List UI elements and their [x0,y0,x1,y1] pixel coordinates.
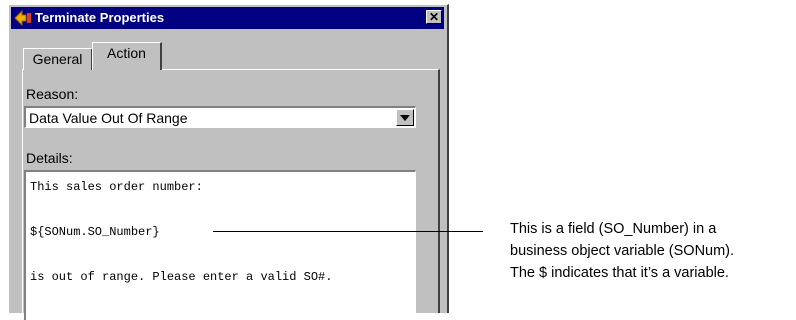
window-title: Terminate Properties [35,10,165,25]
reason-label: Reason: [26,86,79,102]
callout-leader-line [213,231,483,232]
details-line: ${SONum.SO_Number} [30,225,160,239]
callout-text-line: business object variable (SONum). [510,243,735,259]
chevron-down-icon [400,115,410,121]
details-textarea[interactable]: This sales order number: ${SONum.SO_Numb… [24,170,416,320]
close-button[interactable]: ✕ [426,10,442,24]
dropdown-button[interactable] [396,109,414,126]
callout-text-line: This is a field (SO_Number) in a [510,221,717,237]
details-label: Details: [26,150,73,166]
callout-text-line: The $ indicates that it’s a variable. [510,265,729,281]
details-line: is out of range. Please enter a valid SO… [30,270,333,284]
details-line: This sales order number: [30,180,203,194]
tab-action[interactable]: Action [92,42,162,70]
reason-select-value: Data Value Out Of Range [29,110,188,126]
tab-general[interactable]: General [23,48,93,70]
reason-select[interactable]: Data Value Out Of Range [24,106,416,128]
terminate-arrow-icon [14,9,31,27]
title-bar[interactable]: Terminate Properties ✕ [11,7,444,29]
